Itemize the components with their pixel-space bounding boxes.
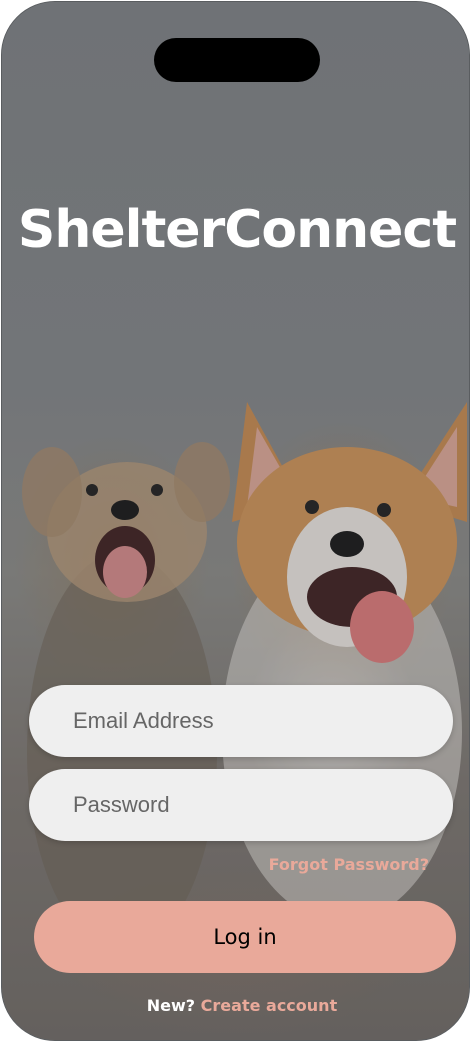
login-button[interactable]: Log in	[34, 901, 456, 973]
dynamic-island	[154, 38, 320, 82]
phone-frame: ShelterConnect Forgot Password? Log in N…	[1, 1, 470, 1041]
background-dim-overlay	[2, 2, 469, 1040]
create-account-link[interactable]: Create account	[201, 996, 338, 1015]
forgot-password-link[interactable]: Forgot Password?	[269, 855, 429, 874]
email-field[interactable]	[29, 685, 453, 757]
app-title: ShelterConnect	[17, 200, 457, 260]
signup-prompt: New?	[146, 996, 196, 1015]
password-field[interactable]	[29, 769, 453, 841]
signup-row: New? Create account	[2, 996, 469, 1015]
